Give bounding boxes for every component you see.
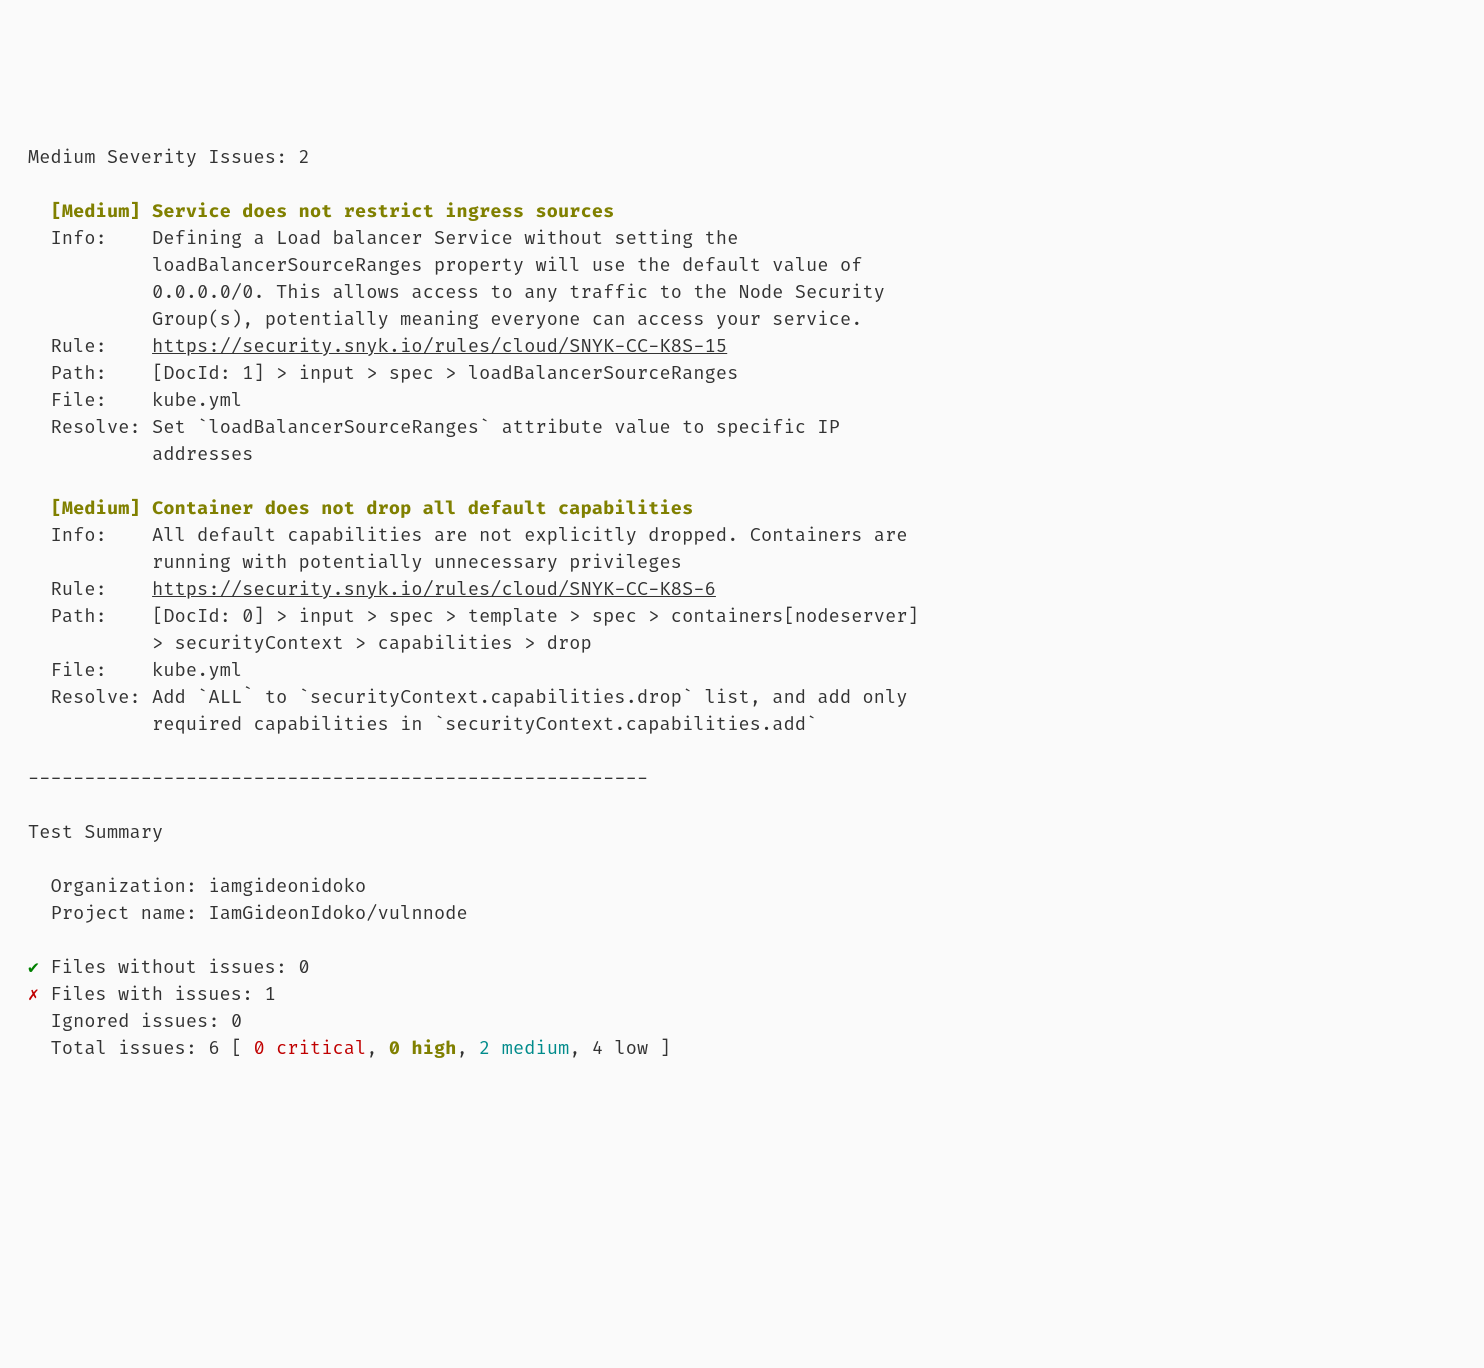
info-text: loadBalancerSourceRanges property will u… [152,254,862,277]
org-value: iamgideonidoko [208,875,366,898]
info-text: running with potentially unnecessary pri… [152,551,682,574]
files-ok-label: Files without issues: [50,956,287,979]
file-value: kube.yml [152,659,242,682]
rule-label: Rule: [51,335,107,358]
ignored-value: 0 [231,1010,242,1033]
severity-count: 2 [299,146,310,169]
info-text: Defining a Load balancer Service without… [152,227,738,250]
total-label: Total issues: [51,1037,198,1060]
file-label: File: [51,389,107,412]
org-label: Organization: [51,875,198,898]
severity-header: Medium Severity Issues: [28,146,287,169]
resolve-text: Add `ALL` to `securityContext.capabiliti… [152,686,908,709]
total-value: 6 [208,1037,219,1060]
low-count: 4 low [592,1037,648,1060]
bracket: [ [231,1037,242,1060]
path-text: [DocId: 0] > input > spec > template > s… [152,605,919,628]
file-label: File: [51,659,107,682]
info-text: All default capabilities are not explici… [152,524,908,547]
ignored-label: Ignored issues: [51,1010,220,1033]
info-text: Group(s), potentially meaning everyone c… [152,308,862,331]
sep: , [457,1037,468,1060]
issue-title: Container does not drop all default capa… [152,497,693,520]
info-label: Info: [51,524,107,547]
files-bad-value: 1 [265,983,276,1006]
summary-title: Test Summary [28,821,163,844]
resolve-label: Resolve: [51,686,141,709]
rule-label: Rule: [51,578,107,601]
sep: , [366,1037,377,1060]
files-ok-value: 0 [298,956,309,979]
issue-title: Service does not restrict ingress source… [152,200,614,223]
high-count: 0 high [389,1037,457,1060]
path-label: Path: [51,605,107,628]
cross-icon: ✗ [28,983,39,1006]
project-value: IamGideonIdoko/vulnnode [208,902,467,925]
resolve-label: Resolve: [51,416,141,439]
divider: ----------------------------------------… [28,767,648,790]
path-label: Path: [51,362,107,385]
check-icon: ✔ [28,956,39,979]
info-text: 0.0.0.0/0. This allows access to any tra… [152,281,885,304]
file-value: kube.yml [152,389,242,412]
bracket: ] [660,1037,671,1060]
info-label: Info: [51,227,107,250]
sep: , [569,1037,580,1060]
terminal-output: Medium Severity Issues: 2 [Medium] Servi… [28,144,1456,1062]
rule-link[interactable]: https://security.snyk.io/rules/cloud/SNY… [152,335,727,358]
issue-tag: [Medium] [51,497,141,520]
medium-count: 2 medium [479,1037,569,1060]
files-bad-label: Files with issues: [50,983,253,1006]
resolve-text: required capabilities in `securityContex… [152,713,817,736]
issue-tag: [Medium] [51,200,141,223]
project-label: Project name: [51,902,198,925]
path-text: [DocId: 1] > input > spec > loadBalancer… [152,362,738,385]
critical-count: 0 critical [254,1037,367,1060]
resolve-text: Set `loadBalancerSourceRanges` attribute… [152,416,840,439]
resolve-text: addresses [152,443,254,466]
rule-link[interactable]: https://security.snyk.io/rules/cloud/SNY… [152,578,716,601]
path-text: > securityContext > capabilities > drop [152,632,592,655]
